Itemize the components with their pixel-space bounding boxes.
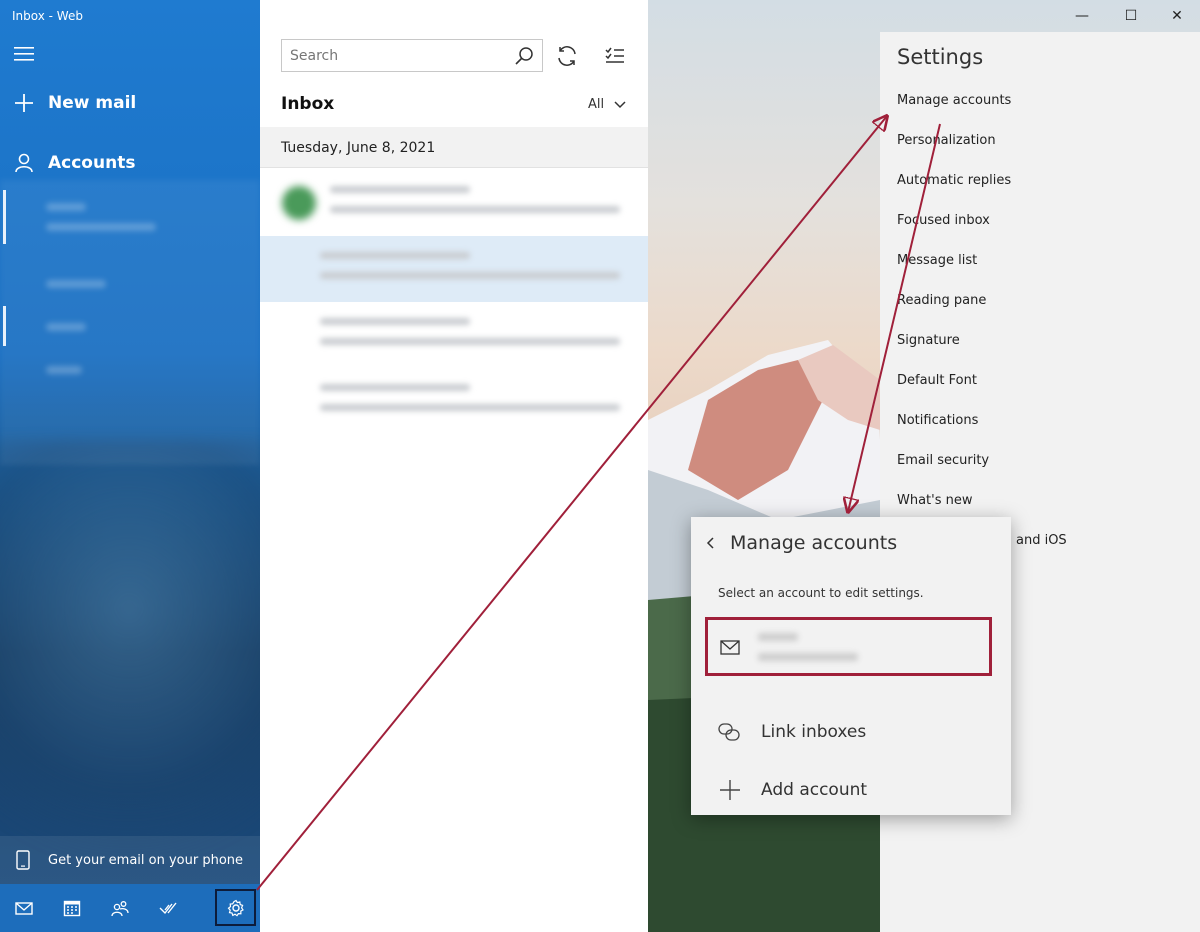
chevron-down-icon [614, 100, 626, 108]
selected-folder-indicator [3, 306, 6, 346]
calendar-icon [63, 900, 81, 917]
mail-nav-button[interactable] [0, 884, 48, 932]
people-icon [111, 901, 129, 917]
settings-item-focused-inbox[interactable]: Focused inbox [897, 213, 990, 228]
account-entry[interactable] [705, 617, 992, 676]
link-inboxes-button[interactable]: Link inboxes [717, 721, 866, 743]
new-mail-button[interactable]: New mail [14, 93, 136, 113]
manage-accounts-description: Select an account to edit settings. [718, 586, 924, 600]
sync-icon[interactable] [555, 44, 579, 68]
phone-promo[interactable]: Get your email on your phone [0, 836, 260, 884]
message-item[interactable] [260, 368, 648, 434]
person-icon [15, 153, 33, 173]
mail-icon [720, 640, 740, 655]
settings-item-reading-pane[interactable]: Reading pane [897, 293, 986, 308]
window-title: Inbox - Web [12, 9, 83, 23]
navigation-pane: Inbox - Web New mail Accounts Get your e… [0, 0, 260, 932]
search-icon[interactable] [514, 46, 534, 66]
message-item-selected[interactable] [260, 236, 648, 302]
search-input[interactable] [290, 47, 500, 64]
calendar-nav-button[interactable] [48, 884, 96, 932]
link-icon [718, 723, 740, 741]
settings-item-signature[interactable]: Signature [897, 333, 960, 348]
settings-item-manage-accounts[interactable]: Manage accounts [897, 93, 1011, 108]
plus-icon [15, 94, 33, 112]
blurred-account-name [758, 633, 798, 641]
blurred-folder[interactable] [46, 323, 86, 331]
close-button[interactable]: ✕ [1167, 6, 1187, 26]
add-account-label: Add account [761, 780, 868, 800]
manage-accounts-header: Manage accounts [706, 532, 897, 554]
phone-promo-label: Get your email on your phone [48, 852, 244, 868]
people-nav-button[interactable] [96, 884, 144, 932]
mail-icon [15, 902, 33, 915]
date-group-label: Tuesday, June 8, 2021 [281, 140, 436, 156]
settings-item-message-list[interactable]: Message list [897, 253, 977, 268]
maximize-button[interactable]: ☐ [1121, 6, 1141, 26]
blurred-account-email [758, 653, 858, 661]
message-item[interactable] [260, 170, 648, 236]
date-group-header: Tuesday, June 8, 2021 [260, 127, 648, 168]
blurred-account-name [46, 203, 86, 211]
hamburger-icon[interactable] [14, 46, 34, 62]
settings-item-email-security[interactable]: Email security [897, 453, 989, 468]
settings-item-default-font[interactable]: Default Font [897, 373, 977, 388]
minimize-icon: — [1075, 8, 1089, 24]
settings-title: Settings [897, 45, 984, 69]
settings-item-automatic-replies[interactable]: Automatic replies [897, 173, 1011, 188]
plus-icon [720, 780, 740, 800]
settings-button[interactable] [215, 889, 256, 926]
search-box[interactable] [281, 39, 543, 72]
minimize-button[interactable]: — [1072, 6, 1092, 26]
settings-item-personalization[interactable]: Personalization [897, 133, 996, 148]
todo-nav-button[interactable] [144, 884, 192, 932]
filter-dropdown[interactable]: All [588, 97, 626, 112]
selected-account-indicator [3, 190, 6, 244]
link-inboxes-label: Link inboxes [761, 722, 867, 742]
todo-icon [159, 902, 177, 915]
blurred-folder[interactable] [46, 366, 82, 374]
sidebar-backdrop [0, 440, 260, 860]
blurred-folder[interactable] [46, 280, 106, 288]
accounts-label: Accounts [48, 153, 136, 173]
maximize-icon: ☐ [1124, 8, 1138, 24]
settings-item-partial[interactable]: and iOS [1016, 533, 1067, 548]
settings-item-whats-new[interactable]: What's new [897, 493, 973, 508]
manage-accounts-flyout: Manage accounts Select an account to edi… [691, 517, 1011, 815]
folder-title: Inbox [281, 94, 335, 114]
close-icon: ✕ [1171, 8, 1183, 24]
phone-icon [16, 850, 30, 870]
add-account-button[interactable]: Add account [717, 779, 867, 801]
accounts-button[interactable]: Accounts [14, 153, 135, 173]
filter-label: All [588, 97, 605, 112]
gear-icon [227, 899, 244, 917]
message-item[interactable] [260, 302, 648, 368]
manage-accounts-title: Manage accounts [730, 532, 898, 554]
blurred-account-email [46, 223, 156, 231]
settings-item-notifications[interactable]: Notifications [897, 413, 978, 428]
back-arrow-icon[interactable] [706, 536, 716, 550]
new-mail-label: New mail [48, 93, 137, 113]
message-list-pane: Inbox All Tuesday, June 8, 2021 [260, 0, 648, 932]
selection-mode-icon[interactable] [603, 44, 627, 68]
